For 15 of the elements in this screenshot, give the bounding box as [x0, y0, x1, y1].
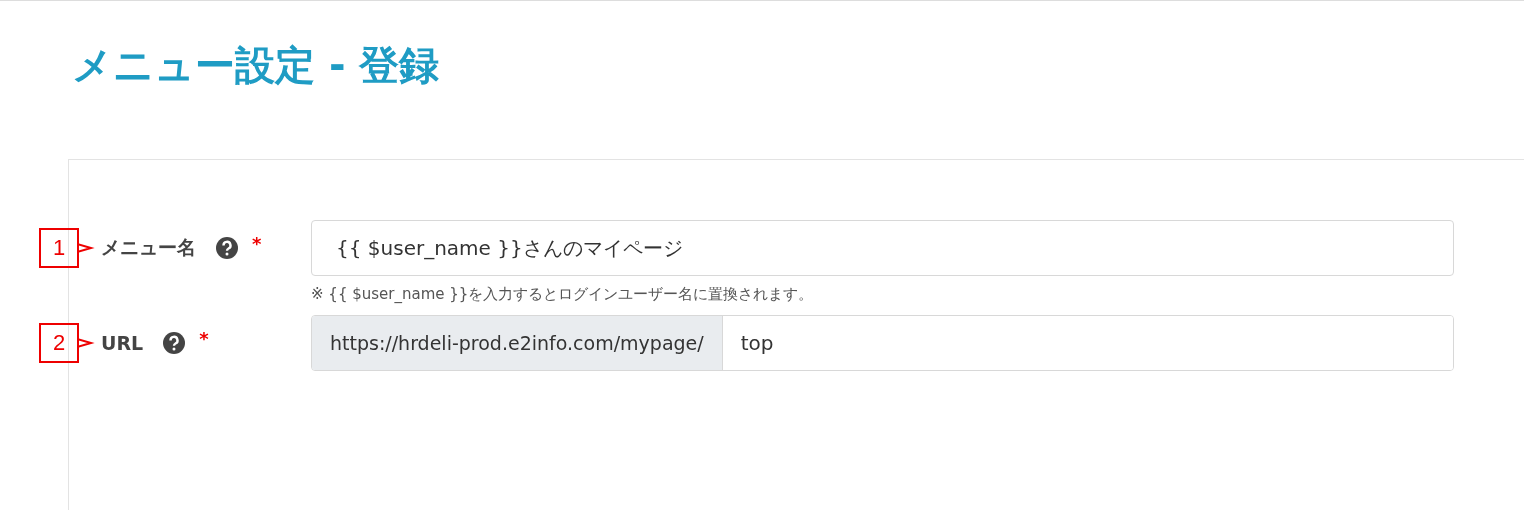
field-label: URL — [101, 332, 144, 354]
chevron-icon — [77, 332, 95, 354]
url-field[interactable]: https://hrdeli-prod.e2info.com/mypage/ top — [311, 315, 1454, 371]
help-icon[interactable] — [163, 332, 186, 354]
required-mark: * — [199, 327, 209, 349]
chevron-icon — [77, 237, 95, 259]
text-field[interactable]: {{ $user_name }}さんのマイページ — [311, 220, 1454, 276]
url-prefix: https://hrdeli-prod.e2info.com/mypage/ — [312, 316, 723, 370]
callout-number: 2 — [39, 323, 79, 363]
field-label: メニュー名 — [101, 235, 196, 260]
help-icon[interactable] — [216, 237, 238, 259]
page-title: メニュー設定 - 登録 — [72, 41, 441, 89]
help-text: ※ {{ $user_name }}を入力するとログインユーザー名に置換されます。 — [311, 285, 815, 305]
callout-number: 1 — [39, 228, 79, 268]
required-mark: * — [252, 232, 262, 254]
